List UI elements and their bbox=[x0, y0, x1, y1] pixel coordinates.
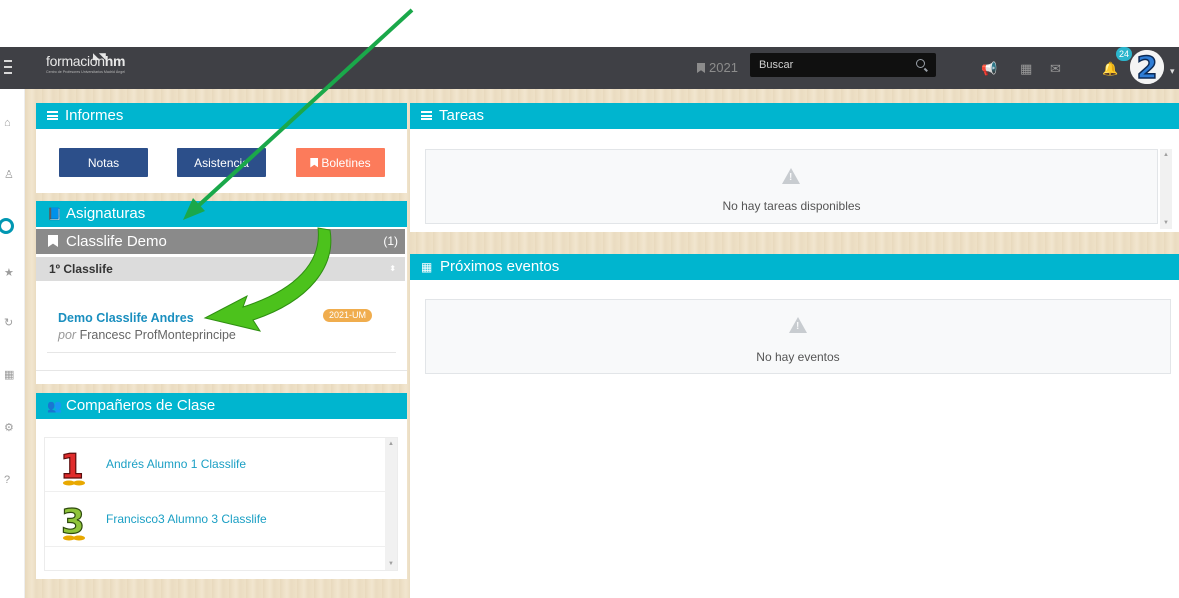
user-avatar[interactable]: 2 bbox=[1130, 50, 1164, 84]
bookmark-icon bbox=[697, 63, 705, 73]
users-icon: 👥 bbox=[47, 399, 62, 413]
sort-icon[interactable]: ⬍ bbox=[389, 257, 396, 281]
user-menu-caret-icon[interactable]: ▾ bbox=[1170, 66, 1175, 77]
divider bbox=[47, 352, 396, 353]
companeros-panel: 👥 Compañeros de Clase 1 Andrés Alumno 1 C… bbox=[36, 393, 407, 579]
top-header: formaciónhm ◣◥ Centro de Profesores Univ… bbox=[0, 47, 1179, 89]
avatar-number-image: 2 bbox=[1130, 50, 1164, 84]
student-link[interactable]: Francisco3 Alumno 3 Classlife bbox=[106, 512, 267, 526]
envelope-icon[interactable]: ✉ bbox=[1050, 61, 1061, 77]
refresh-icon[interactable]: ↻ bbox=[4, 317, 16, 329]
scroll-down-icon[interactable]: ▼ bbox=[1160, 220, 1172, 226]
book-icon: 📘 bbox=[47, 207, 62, 221]
megaphone-icon[interactable]: 📢 bbox=[981, 61, 997, 77]
help-icon[interactable]: ? bbox=[4, 474, 16, 486]
course-link[interactable]: Demo Classlife Andres bbox=[58, 311, 194, 325]
course-group-header[interactable]: Classlife Demo (1) bbox=[36, 229, 405, 254]
grid-icon[interactable]: ▦ bbox=[4, 369, 16, 381]
calendar-icon: ▦ bbox=[421, 260, 433, 274]
list-item[interactable]: 1 Andrés Alumno 1 Classlife bbox=[45, 438, 386, 492]
logo-mark-icon: ◣◥ bbox=[93, 51, 106, 61]
list-icon bbox=[47, 111, 58, 120]
search-icon[interactable] bbox=[916, 59, 925, 68]
course-count: (1) bbox=[383, 234, 398, 248]
bell-icon[interactable]: 🔔 bbox=[1102, 61, 1118, 77]
eventos-empty-text: No hay eventos bbox=[756, 350, 840, 364]
user-icon[interactable]: ♙ bbox=[4, 169, 16, 181]
bookmark-icon bbox=[48, 235, 58, 247]
asignaturas-panel: 📘 Asignaturas Classlife Demo (1) 1º Class… bbox=[36, 201, 407, 384]
list-icon bbox=[421, 111, 432, 120]
companeros-header: 👥 Compañeros de Clase bbox=[36, 393, 407, 419]
student-badge-image: 1 bbox=[60, 446, 85, 486]
side-rail: ⌂ ♙ ★ ↻ ▦ ⚙ ? bbox=[0, 89, 25, 598]
classmates-scrollbar[interactable]: ▲ ▼ bbox=[385, 438, 397, 570]
classmates-list[interactable]: 1 Andrés Alumno 1 Classlife 3 Francisco3… bbox=[44, 437, 398, 571]
eventos-empty-box: ! No hay eventos bbox=[425, 299, 1171, 374]
bookmark-icon bbox=[310, 157, 319, 168]
scroll-down-icon[interactable]: ▼ bbox=[385, 561, 397, 567]
search-box bbox=[750, 53, 936, 77]
tareas-scrollbar[interactable]: ▲ ▼ bbox=[1160, 149, 1172, 229]
informes-header: Informes bbox=[36, 103, 407, 129]
asignaturas-header: 📘 Asignaturas bbox=[36, 201, 407, 227]
course-year-tag: 2021-UM bbox=[323, 309, 373, 322]
tareas-header: Tareas bbox=[410, 103, 1179, 129]
boletines-button[interactable]: Boletines bbox=[296, 148, 385, 177]
subgroup-header[interactable]: 1º Classlife ⬍ bbox=[36, 257, 405, 281]
svg-text:2: 2 bbox=[1137, 51, 1158, 84]
tareas-panel: Tareas ! No hay tareas disponibles ▲ ▼ bbox=[410, 103, 1179, 232]
divider bbox=[36, 370, 407, 371]
scroll-up-icon[interactable]: ▲ bbox=[385, 441, 397, 447]
eventos-header: ▦ Próximos eventos bbox=[410, 254, 1179, 280]
eventos-panel: ▦ Próximos eventos ! No hay eventos bbox=[410, 254, 1179, 598]
app-screen: formaciónhm ◣◥ Centro de Profesores Univ… bbox=[0, 0, 1179, 598]
year-selector[interactable]: 2021 bbox=[697, 60, 738, 75]
star-icon[interactable]: ★ bbox=[4, 267, 16, 279]
dashboard-active-icon[interactable] bbox=[0, 218, 14, 234]
scroll-up-icon[interactable]: ▲ bbox=[1160, 152, 1172, 158]
settings-icon[interactable]: ⚙ bbox=[4, 422, 16, 434]
asistencia-button[interactable]: Asistencia bbox=[177, 148, 266, 177]
tareas-empty-box: ! No hay tareas disponibles bbox=[425, 149, 1158, 224]
informes-panel: Informes Notas Asistencia Boletines bbox=[36, 103, 407, 193]
notification-badge: 24 bbox=[1116, 47, 1133, 61]
student-badge-image: 3 bbox=[61, 501, 86, 541]
student-link[interactable]: Andrés Alumno 1 Classlife bbox=[106, 457, 246, 471]
content-area: Informes Notas Asistencia Boletines 📘 Asi… bbox=[25, 89, 1179, 598]
svg-text:1: 1 bbox=[60, 447, 84, 486]
tareas-empty-text: No hay tareas disponibles bbox=[722, 199, 861, 213]
course-teacher: por Francesc ProfMonteprincipe bbox=[58, 328, 236, 342]
home-icon[interactable]: ⌂ bbox=[4, 117, 16, 129]
list-item[interactable]: 3 Francisco3 Alumno 3 Classlife bbox=[45, 493, 386, 547]
notas-button[interactable]: Notas bbox=[59, 148, 148, 177]
svg-text:3: 3 bbox=[61, 502, 85, 541]
search-input[interactable] bbox=[750, 53, 910, 77]
menu-toggle-icon[interactable] bbox=[4, 60, 12, 74]
logo[interactable]: formaciónhm ◣◥ Centro de Profesores Univ… bbox=[46, 51, 125, 74]
calendar-icon[interactable]: ▦ bbox=[1020, 61, 1032, 77]
